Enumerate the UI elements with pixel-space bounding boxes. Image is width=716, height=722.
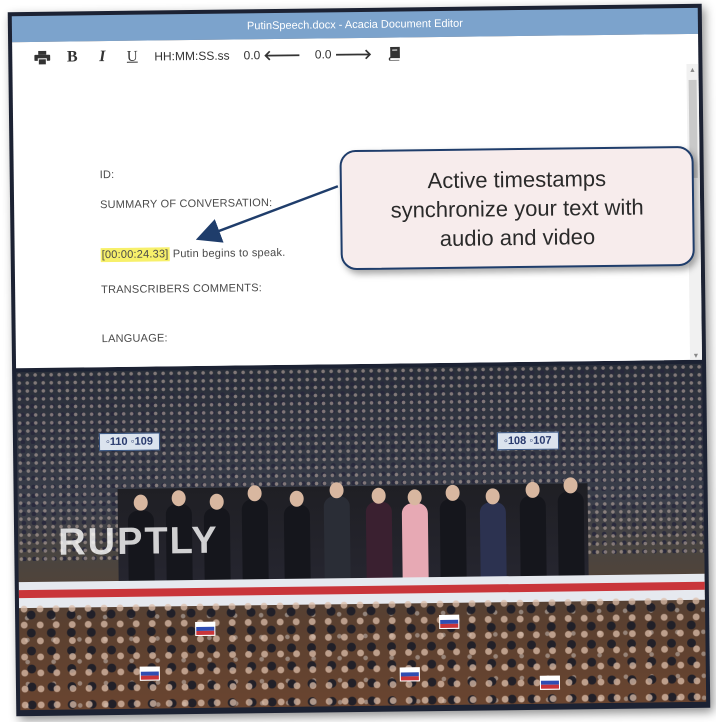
app-window: PutinSpeech.docx - Acacia Document Edito… (7, 3, 711, 717)
video-player[interactable]: ◦110 ◦109 ◦108 ◦107 RUPTLY (16, 363, 707, 711)
flag-icon (399, 667, 420, 682)
crowd-foreground (18, 595, 707, 711)
feature-callout: Active timestamps synchronize your text … (339, 145, 695, 271)
flag-icon (539, 675, 561, 690)
callout-line-1: Active timestamps (427, 165, 607, 193)
flag-icon (195, 621, 216, 637)
stadium-banner-right: ◦108 ◦107 (496, 431, 559, 451)
video-watermark: RUPTLY (57, 519, 219, 564)
flag-icon (439, 614, 460, 630)
stadium-banner-left: ◦110 ◦109 (98, 432, 161, 452)
callout-line-3: audio and video (439, 223, 596, 251)
callout-line-2: synchronize your text with (390, 194, 644, 223)
document-editor: B I U HH:MM:SS.ss 0.0 🡐 0.0 🡒 ID: SUMMAR… (12, 33, 703, 369)
flag-icon (139, 666, 160, 681)
